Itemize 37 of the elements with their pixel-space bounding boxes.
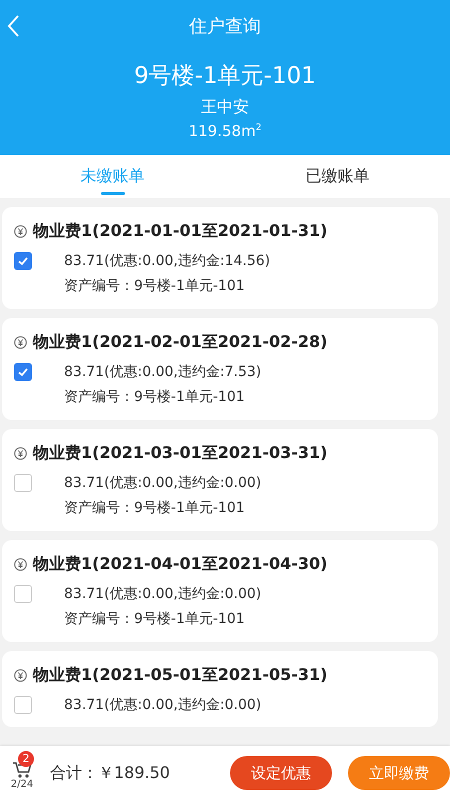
- yen-icon: [14, 446, 27, 460]
- asset-number: 资产编号：9号楼-1单元-101: [64, 500, 245, 516]
- bill-amount: 83.71(优惠:0.00,违约金:0.00): [64, 474, 262, 492]
- bill-tab[interactable]: 未缴账单: [0, 155, 225, 198]
- checkbox[interactable]: [14, 474, 32, 492]
- cart-icon[interactable]: [12, 760, 32, 778]
- asset-number: 资产编号：9号楼-1单元-101: [64, 389, 245, 405]
- checkbox[interactable]: [14, 363, 32, 381]
- yen-icon: [14, 336, 27, 348]
- pay-button[interactable]: 立即缴费: [348, 756, 450, 790]
- unit-name: 9号楼-1单元-101: [134, 63, 316, 89]
- discount-button[interactable]: 设定优惠: [230, 756, 332, 790]
- cart-badge: 2: [18, 750, 34, 766]
- bill-amount: 83.71(优惠:0.00,违约金:7.53): [64, 363, 262, 381]
- asset-number: 资产编号：9号楼-1单元-101: [64, 611, 245, 627]
- yen-icon: [14, 558, 27, 570]
- yen-icon: [14, 668, 27, 682]
- area-text: 119.58m$^{2}$: [188, 122, 262, 140]
- selected-count: 2/24: [10, 778, 34, 790]
- bill-title: 物业费1(2021-01-01至2021-01-31): [33, 220, 328, 242]
- page-title: 住户查询: [189, 15, 261, 38]
- yen-icon: [14, 224, 27, 238]
- bill-tab[interactable]: 已缴账单: [225, 155, 450, 198]
- owner-name: 王中安: [201, 97, 249, 116]
- total-amount: 合计：￥189.50: [50, 762, 171, 784]
- back-icon[interactable]: [6, 14, 20, 38]
- checkbox[interactable]: [14, 696, 32, 714]
- asset-number: 资产编号：9号楼-1单元-101: [64, 278, 245, 294]
- bill-amount: 83.71(优惠:0.00,违约金:0.00): [64, 585, 262, 603]
- bill-amount: 83.71(优惠:0.00,违约金:14.56): [64, 252, 270, 270]
- checkbox[interactable]: [14, 252, 32, 270]
- bill-title: 物业费1(2021-04-01至2021-04-30): [33, 554, 328, 574]
- checkbox[interactable]: [14, 585, 32, 603]
- bill-title: 物业费1(2021-02-01至2021-02-28): [33, 332, 328, 352]
- bill-title: 物业费1(2021-05-01至2021-05-31): [33, 664, 328, 686]
- bill-amount: 83.71(优惠:0.00,违约金:0.00): [64, 696, 262, 714]
- bill-title: 物业费1(2021-03-01至2021-03-31): [33, 442, 328, 464]
